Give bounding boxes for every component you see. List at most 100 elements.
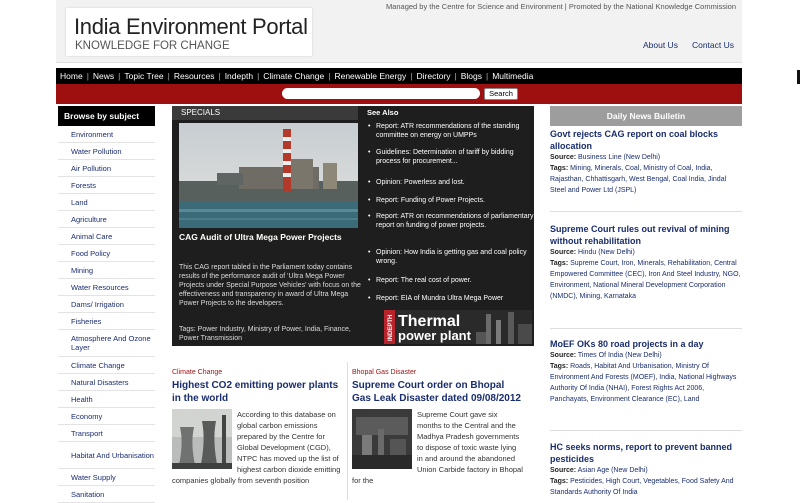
nav-separator: | — [167, 71, 170, 81]
nav-item-multimedia[interactable]: Multimedia — [492, 71, 533, 81]
site-logo[interactable]: India Environment Portal KNOWLEDGE FOR C… — [66, 8, 312, 56]
story-category[interactable]: Climate Change — [172, 368, 344, 378]
news-title[interactable]: HC seeks norms, report to prevent banned… — [550, 441, 742, 465]
search-input[interactable] — [282, 88, 480, 99]
news-source-value[interactable]: Hindu (New Delhi) — [578, 249, 635, 256]
cooling-towers-photo[interactable] — [172, 409, 232, 472]
sidebar-item-air-pollution[interactable]: Air Pollution — [58, 160, 155, 177]
sidebar-item-environment[interactable]: Environment — [58, 126, 155, 143]
news-tags-value[interactable]: Mining, Minerals, Coal, Ministry of Coal… — [550, 165, 726, 194]
sidebar-item-water-resources[interactable]: Water Resources — [58, 279, 155, 296]
see-also-link[interactable]: Opinion: Powerless and lost. — [368, 178, 534, 187]
source-label: Source: — [550, 154, 577, 161]
source-label: Source: — [550, 352, 577, 359]
news-source: Source: Times Of India (New Delhi) — [550, 350, 742, 361]
nav-list: Home | News | Topic Tree | Resources | Indepth | C… — [56, 68, 742, 84]
sidebar-item-food-policy[interactable]: Food Policy — [58, 245, 155, 262]
news-tags: Tags: Pesticides, High Court, Vegetables… — [550, 476, 742, 498]
nav-item-topic-tree[interactable]: Topic Tree — [124, 71, 163, 81]
sidebar-item-water-supply[interactable]: Water Supply — [58, 469, 155, 486]
nav-item-resources[interactable]: Resources — [174, 71, 215, 81]
news-source-value[interactable]: Business Line (New Delhi) — [578, 154, 660, 161]
sidebar-item-climate-change[interactable]: Climate Change — [58, 357, 155, 374]
nav-item-renewable-energy[interactable]: Renewable Energy — [334, 71, 406, 81]
sidebar-item-sanitation[interactable]: Sanitation — [58, 486, 155, 503]
power-plant-photo[interactable] — [179, 123, 358, 228]
search-button[interactable]: Search — [484, 88, 518, 100]
bhopal-factory-photo[interactable] — [352, 409, 412, 472]
story-body: Supreme Court gave six months to the Cen… — [352, 409, 524, 486]
see-also-heading: See Also — [367, 108, 399, 117]
site-header: India Environment Portal KNOWLEDGE FOR C… — [56, 0, 742, 63]
banner-line2: power plant — [398, 328, 472, 343]
sidebar-item-health[interactable]: Health — [58, 391, 155, 408]
news-title[interactable]: Supreme Court rules out revival of minin… — [550, 223, 742, 247]
featured-title[interactable]: CAG Audit of Ultra Mega Power Projects — [179, 232, 359, 243]
source-label: Source: — [550, 249, 577, 256]
nav-separator: | — [257, 71, 260, 81]
logo-title: India Environment Portal — [74, 14, 308, 39]
specials-label: SPECIALS — [172, 106, 358, 120]
news-tags-value[interactable]: Pesticides, High Court, Vegetables, Food… — [550, 478, 734, 496]
sidebar-item-atmosphere-ozone[interactable]: Atmosphere And Ozone Layer — [58, 330, 155, 357]
news-tags-value[interactable]: Supreme Court, Iron, Minerals, Rehabilit… — [550, 260, 741, 300]
nav-item-home[interactable]: Home — [60, 71, 83, 81]
logo-tagline: KNOWLEDGE FOR CHANGE — [75, 40, 230, 52]
top-links: About Us Contact Us — [629, 40, 734, 50]
nav-item-climate-change[interactable]: Climate Change — [263, 71, 324, 81]
story-body: According to this database on global car… — [172, 409, 344, 486]
story-title[interactable]: Highest CO2 emitting power plants in the… — [172, 379, 344, 405]
see-also-link[interactable]: Opinion: How India is getting gas and co… — [368, 248, 534, 266]
story-title[interactable]: Supreme Court order on Bhopal Gas Leak D… — [352, 379, 524, 405]
news-source-value[interactable]: Asian Age (New Delhi) — [578, 467, 648, 474]
nav-item-indepth[interactable]: Indepth — [225, 71, 253, 81]
specials-feature: SPECIALS CAG Audit of Ultra Mega Power P… — [172, 106, 534, 346]
news-title[interactable]: Govt rejects CAG report on coal blocks a… — [550, 128, 742, 152]
news-source: Source: Hindu (New Delhi) — [550, 247, 742, 258]
see-also-link[interactable]: Report: EIA of Mundra Ultra Mega Power — [368, 294, 534, 303]
sidebar-item-water-pollution[interactable]: Water Pollution — [58, 143, 155, 160]
news-tags: Tags: Supreme Court, Iron, Minerals, Reh… — [550, 258, 742, 302]
thermal-power-plant-banner[interactable]: INDEPTH Thermal power plant — [384, 310, 532, 344]
nav-item-news[interactable]: News — [93, 71, 114, 81]
sidebar-item-economy[interactable]: Economy — [58, 408, 155, 425]
nav-separator: | — [410, 71, 413, 81]
news-title[interactable]: MoEF OKs 80 road projects in a day — [550, 338, 742, 350]
sidebar-item-land[interactable]: Land — [58, 194, 155, 211]
see-also-link[interactable]: Report: Funding of Power Projects. — [368, 196, 534, 205]
news-source-value[interactable]: Times Of India (New Delhi) — [578, 352, 662, 359]
sidebar-item-natural-disasters[interactable]: Natural Disasters — [58, 374, 155, 391]
news-tags-value[interactable]: Roads, Habitat And Urbanisation, Ministr… — [550, 363, 736, 403]
story-divider — [347, 362, 348, 500]
see-also-link[interactable]: Report: ATR on recommendations of parlia… — [368, 212, 534, 230]
search-bar: Search — [56, 84, 742, 104]
news-item: Supreme Court rules out revival of minin… — [550, 223, 742, 302]
story-card: Climate Change Highest CO2 emitting powe… — [172, 368, 344, 500]
sidebar-item-mining[interactable]: Mining — [58, 262, 155, 279]
contact-us-link[interactable]: Contact Us — [692, 40, 734, 50]
bulletin-header: Daily News Bulletin — [550, 106, 742, 126]
nav-item-directory[interactable]: Directory — [417, 71, 451, 81]
source-label: Source: — [550, 467, 577, 474]
managed-by-note: Managed by the Centre for Science and En… — [385, 2, 736, 11]
nav-separator: | — [218, 71, 221, 81]
nav-separator: | — [486, 71, 489, 81]
see-also-link[interactable]: Report: ATR recommendations of the stand… — [368, 122, 534, 140]
sidebar-item-forests[interactable]: Forests — [58, 177, 155, 194]
sidebar-item-fisheries[interactable]: Fisheries — [58, 313, 155, 330]
news-divider — [550, 430, 742, 431]
see-also-link[interactable]: Guidelines: Determination of tariff by b… — [368, 148, 534, 166]
news-tags: Tags: Roads, Habitat And Urbanisation, M… — [550, 361, 742, 405]
story-category[interactable]: Bhopal Gas Disaster — [352, 368, 524, 378]
nav-separator: | — [118, 71, 121, 81]
news-item: HC seeks norms, report to prevent banned… — [550, 441, 742, 498]
sidebar-item-animal-care[interactable]: Animal Care — [58, 228, 155, 245]
sidebar-item-agriculture[interactable]: Agriculture — [58, 211, 155, 228]
tags-label: Tags: — [550, 363, 569, 370]
about-us-link[interactable]: About Us — [643, 40, 678, 50]
sidebar-item-habitat-urbanisation[interactable]: Habitat And Urbanisation — [58, 442, 155, 469]
nav-item-blogs[interactable]: Blogs — [461, 71, 482, 81]
sidebar-item-transport[interactable]: Transport — [58, 425, 155, 442]
see-also-link[interactable]: Report: The real cost of power. — [368, 276, 534, 285]
sidebar-item-dams-irrigation[interactable]: Dams/ Irrigation — [58, 296, 155, 313]
